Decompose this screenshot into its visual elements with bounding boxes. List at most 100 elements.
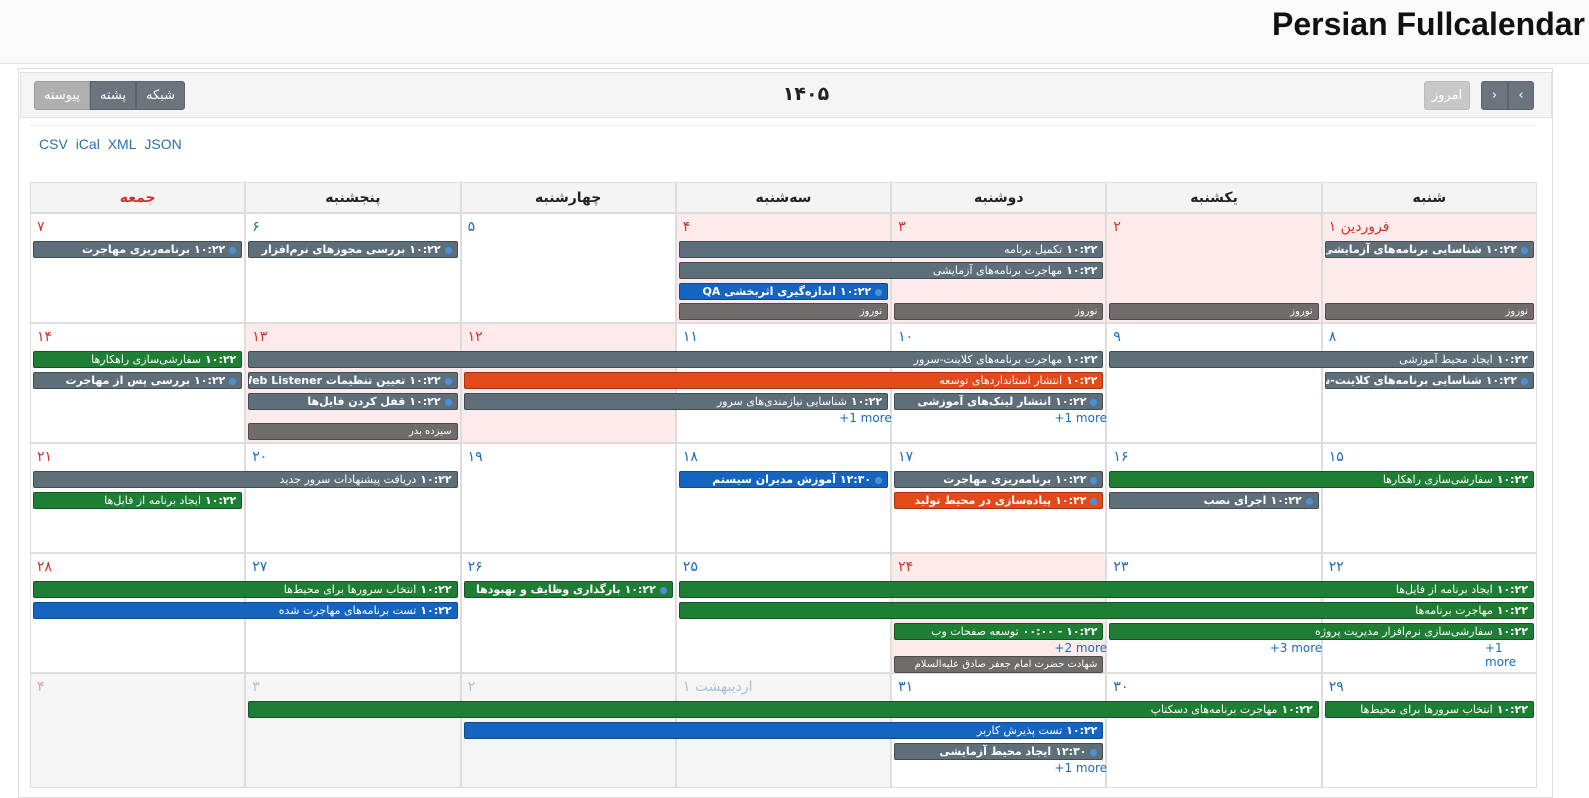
calendar-event[interactable]: ۱۰:۲۲ - ۰۰:۰۰توسعه صفحات وب (894, 623, 1104, 640)
export-csv-link[interactable]: CSV (39, 136, 68, 152)
event-time: ۱۰:۲۲ (624, 583, 656, 596)
event-time: ۱۰:۲۲ (194, 374, 226, 387)
day-number: ۹ (1113, 329, 1121, 345)
day-cell[interactable]: ۱۵ (1321, 443, 1537, 553)
day-cell[interactable]: ۱۹ (460, 443, 676, 553)
calendar-event[interactable]: ۱۰:۲۲سفارشی‌سازی راهکارها (33, 351, 243, 368)
calendar-event[interactable]: ۱۰:۲۲ایجاد برنامه از فایل‌ها (678, 581, 1534, 598)
event-title: انتخاب سرورها برای محیط‌ها (283, 583, 417, 596)
holiday-event[interactable]: نوروز (1109, 303, 1319, 320)
event-title: انتشار استانداردهای توسعه (939, 374, 1063, 387)
day-cell[interactable]: ۲۹ (1321, 673, 1537, 788)
calendar-event[interactable]: ۱۰:۲۲قفل کردن فایل‌ها (248, 393, 458, 410)
calendar-event[interactable]: ۱۰:۲۲مهاجرت برنامه‌های آزمایشی (678, 262, 1104, 279)
day-cell[interactable]: ۹ (1106, 323, 1322, 443)
calendar-event[interactable]: ۱۰:۲۲شناسایی نیازمندی‌های سرور (463, 393, 889, 410)
calendar-event[interactable]: ۱۰:۲۲دریافت پیشنهادات سرور جدید (33, 471, 458, 488)
day-number: ۱۷ (898, 449, 914, 465)
holiday-event[interactable]: نوروز (894, 303, 1104, 320)
day-cell[interactable]: ۲۰ (245, 443, 461, 553)
prev-button[interactable]: ‹ (1508, 81, 1534, 110)
event-time: ۱۰:۲۲ (1496, 583, 1528, 596)
event-dot-icon (1090, 497, 1098, 505)
calendar-event[interactable]: ۱۰:۲۲اندازه‌گیری اثربخشی QA (678, 283, 889, 300)
day-number: ۲۶ (467, 559, 483, 575)
event-title: انتخاب سرورها برای محیط‌ها (1360, 703, 1493, 716)
export-json-link[interactable]: JSON (144, 136, 181, 152)
more-events-link[interactable]: +2 more (1054, 641, 1107, 655)
calendar-event[interactable]: ۱۰:۲۲پیاده‌سازی در محیط تولید (894, 492, 1104, 509)
day-cell[interactable]: ۵ (460, 213, 676, 323)
day-number: ۳ (252, 679, 260, 695)
next-button[interactable]: › (1481, 81, 1508, 110)
event-dot-icon (1090, 748, 1098, 756)
calendar-event[interactable]: ۱۰:۲۲ایجاد محیط آموزشی (1109, 351, 1534, 368)
calendar-event[interactable]: ۱۰:۲۲بررسی پس از مهاجرت (33, 372, 243, 389)
view-continuous-button[interactable]: پیوسته (34, 81, 90, 110)
holiday-event[interactable]: نوروز (1324, 303, 1534, 320)
holiday-event[interactable]: نوروز (678, 303, 889, 320)
view-grid-button[interactable]: شبکه (136, 81, 185, 110)
day-cell[interactable]: ۷ (30, 213, 246, 323)
event-time: ۱۲:۳۰ (839, 473, 872, 486)
export-ical-link[interactable]: iCal (76, 136, 100, 152)
calendar-event[interactable]: ۱۰:۲۲تست پذیرش کاربر (463, 722, 1104, 739)
calendar-event[interactable]: ۱۰:۲۲بارگذاری وظایف و بهبودها (463, 581, 673, 598)
calendar-event[interactable]: ۱۰:۲۲انتخاب سرورها برای محیط‌ها (33, 581, 458, 598)
event-title: پیاده‌سازی در محیط تولید (914, 494, 1052, 507)
calendar-event[interactable]: ۱۰:۲۲انتشار لینک‌های آموزشی (894, 393, 1104, 410)
calendar-event[interactable]: ۱۰:۲۲تعیین تنظیمات Web Listener (248, 372, 458, 389)
event-title: توسعه صفحات وب (931, 625, 1019, 638)
calendar-event[interactable]: ۱۰:۲۲مهاجرت برنامه‌های کلاینت-سرور (248, 351, 1104, 368)
calendar-event[interactable]: ۱۰:۲۲شناسایی برنامه‌های کلاینت-سرور (1324, 372, 1534, 389)
calendar-event[interactable]: ۱۰:۲۲ایجاد برنامه از فایل‌ها (33, 492, 243, 509)
day-number: ۲۹ (1328, 679, 1344, 695)
event-time: ۱۰:۲۲ - ۰۰:۰۰ (1022, 625, 1098, 638)
calendar-event[interactable]: ۱۰:۲۲سفارشی‌سازی نرم‌افزار مدیریت پروژه (1109, 623, 1534, 640)
day-cell[interactable]: ۳ (245, 673, 461, 788)
holiday-event[interactable]: شهادت حضرت امام جعفر صادق علیه‌السلام (894, 656, 1104, 673)
day-cell[interactable]: ۳۰ (1106, 673, 1322, 788)
event-dot-icon (1090, 476, 1098, 484)
event-time: ۱۰:۲۲ (1066, 353, 1098, 366)
more-events-link[interactable]: +1 more (1054, 761, 1107, 775)
more-events-link[interactable]: +3 more (1270, 641, 1323, 655)
calendar-event[interactable]: ۱۰:۲۲برنامه‌ریزی مهاجرت (33, 241, 243, 258)
calendar-event[interactable]: ۱۰:۲۲بررسی مجوزهای نرم‌افزار (248, 241, 458, 258)
calendar-toolbar: ‹ › امروز ۱۴۰۵ شبکه پشته پیوسته (20, 72, 1552, 118)
calendar-event[interactable]: ۱۰:۲۲مهاجرت برنامه‌ها (678, 602, 1534, 619)
weekday-header: چهارشنبه (460, 182, 676, 213)
day-number: ۱۸ (682, 449, 698, 465)
export-links: CSV iCal XML JSON (39, 136, 186, 152)
weekday-header: جمعه (30, 182, 246, 213)
day-number: ۴ (682, 219, 691, 235)
more-events-link[interactable]: +1 more (1485, 641, 1537, 669)
today-button[interactable]: امروز (1424, 81, 1470, 110)
more-events-link[interactable]: +1 more (839, 411, 892, 425)
event-title: سیزده بدر (408, 426, 452, 437)
calendar-event[interactable]: ۱۰:۲۲مهاجرت برنامه‌های دسکتاپ (248, 701, 1319, 718)
calendar-event[interactable]: ۱۲:۳۰ایجاد محیط آزمایشی (894, 743, 1104, 760)
calendar-event[interactable]: ۱۰:۲۲انتشار استانداردهای توسعه (463, 372, 1104, 389)
day-cell[interactable]: ۶ (245, 213, 461, 323)
day-cell[interactable]: ۴ (30, 673, 246, 788)
more-events-link[interactable]: +1 more (1054, 411, 1107, 425)
event-title: نوروز (1505, 306, 1528, 317)
calendar-event[interactable]: ۱۰:۲۲شناسایی برنامه‌های آزمایشی (1324, 241, 1534, 258)
day-cell[interactable]: ۲۶ (460, 553, 676, 673)
calendar-event[interactable]: ۱۰:۲۲تکمیل برنامه (678, 241, 1104, 258)
export-xml-link[interactable]: XML (108, 136, 137, 152)
calendar-event[interactable]: ۱۰:۲۲اجرای نصب (1109, 492, 1319, 509)
event-time: ۱۰:۲۲ (1055, 494, 1087, 507)
calendar-event[interactable]: ۱۰:۲۲تست برنامه‌های مهاجرت شده (33, 602, 458, 619)
calendar-event[interactable]: ۱۰:۲۲انتخاب سرورها برای محیط‌ها (1324, 701, 1534, 718)
event-time: ۱۰:۲۲ (850, 395, 883, 408)
view-stack-button[interactable]: پشته (90, 81, 136, 110)
calendar-event[interactable]: ۱۰:۲۲برنامه‌ریزی مهاجرت (894, 471, 1104, 488)
event-title: سفارشی‌سازی راهکارها (91, 353, 202, 366)
event-dot-icon (444, 246, 452, 254)
day-cell[interactable]: ۱۸ (675, 443, 892, 553)
calendar-event[interactable]: ۱۰:۲۲سفارشی‌سازی راهکارها (1109, 471, 1534, 488)
calendar-event[interactable]: ۱۲:۳۰آموزش مدیران سیستم (678, 471, 889, 488)
holiday-event[interactable]: سیزده بدر (248, 423, 458, 440)
